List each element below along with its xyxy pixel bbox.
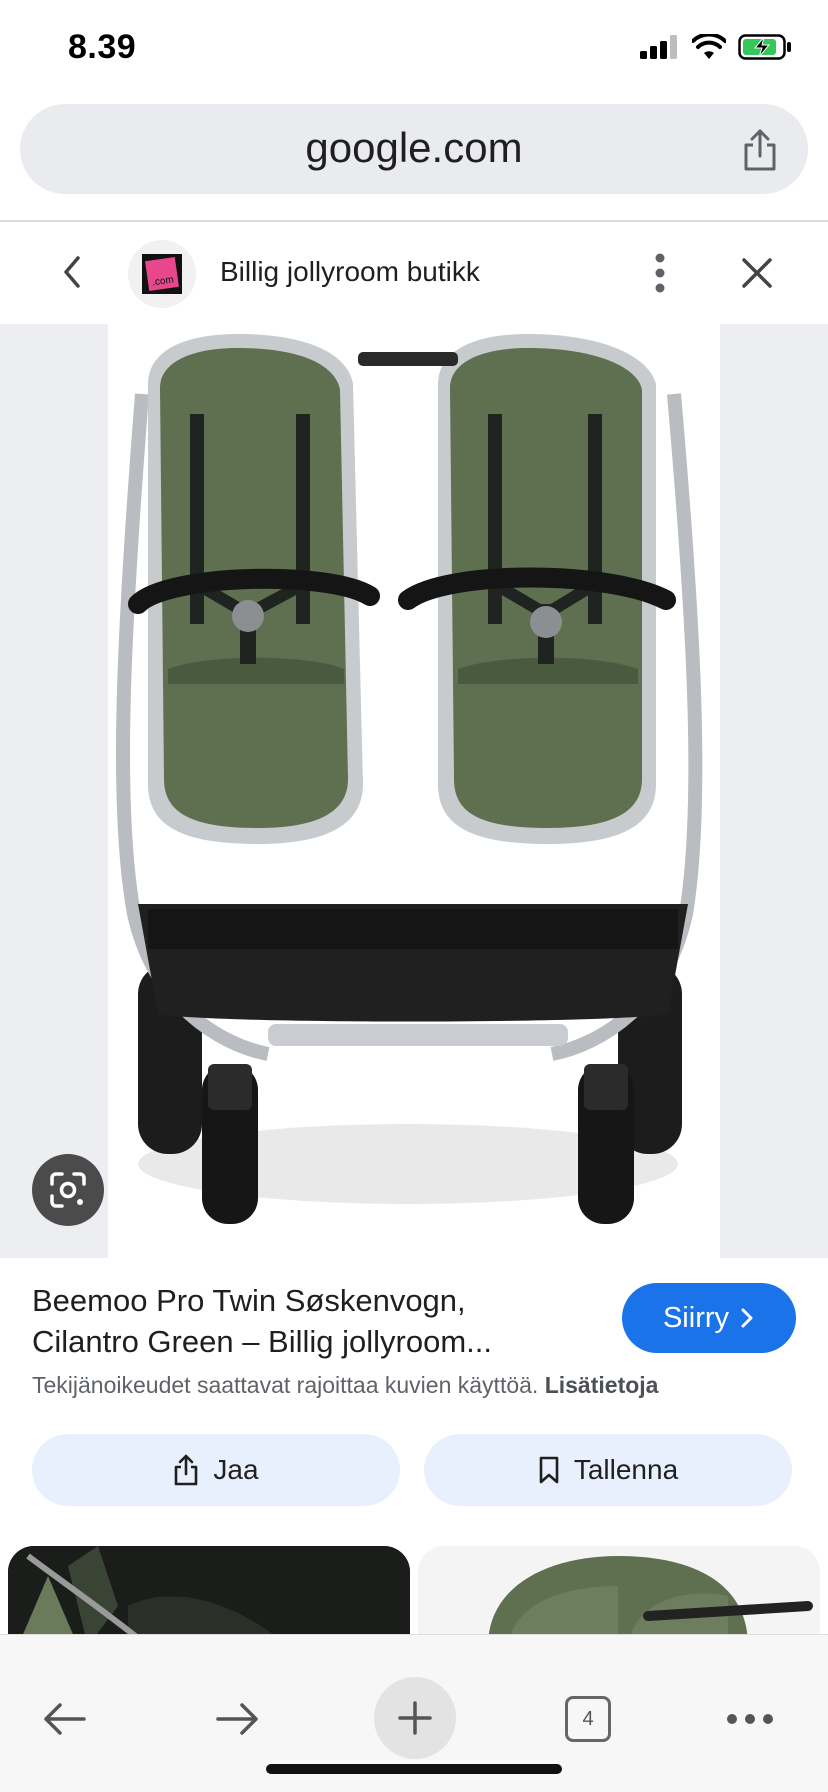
bookmark-icon xyxy=(539,1456,559,1484)
result-header: .com Billig jollyroom butikk xyxy=(0,222,828,324)
related-image-2[interactable] xyxy=(418,1546,820,1646)
close-icon[interactable] xyxy=(738,254,776,292)
wifi-icon xyxy=(692,34,726,59)
nav-back-button[interactable] xyxy=(24,1679,104,1759)
home-indicator xyxy=(266,1764,562,1774)
status-bar: 8.39 xyxy=(0,0,828,100)
related-image-1-graphic xyxy=(8,1546,410,1646)
save-button[interactable]: Tallenna xyxy=(424,1434,792,1506)
status-time: 8.39 xyxy=(68,28,137,66)
chevron-right-icon xyxy=(741,1308,753,1328)
copyright-notice: Tekijänoikeudet saattavat rajoittaa kuvi… xyxy=(32,1372,658,1399)
lens-icon xyxy=(50,1172,86,1208)
menu-button[interactable] xyxy=(710,1679,790,1759)
share-button[interactable]: Jaa xyxy=(32,1434,400,1506)
arrow-left-icon xyxy=(44,1703,86,1735)
address-bar[interactable]: google.com xyxy=(20,104,808,194)
image-viewer[interactable] xyxy=(0,324,828,1258)
visit-button[interactable]: Siirry xyxy=(622,1283,796,1353)
status-icons xyxy=(640,34,792,60)
more-info-link[interactable]: Lisätietoja xyxy=(545,1372,659,1398)
share-icon xyxy=(175,1454,198,1486)
favicon-text: .com xyxy=(145,257,179,291)
site-name[interactable]: Billig jollyroom butikk xyxy=(220,256,480,288)
share-label: Jaa xyxy=(213,1454,259,1485)
url-text[interactable]: google.com xyxy=(20,124,808,172)
result-title[interactable]: Beemoo Pro Twin Søskenvogn, Cilantro Gre… xyxy=(32,1280,552,1362)
tab-switcher-button[interactable]: 4 xyxy=(548,1679,628,1759)
more-options-icon[interactable] xyxy=(646,250,674,296)
cellular-signal-icon xyxy=(640,35,677,59)
twin-stroller-image xyxy=(115,334,703,1224)
tab-count: 4 xyxy=(565,1696,611,1742)
arrow-right-icon xyxy=(216,1703,258,1735)
save-label: Tallenna xyxy=(573,1454,679,1485)
new-tab-button[interactable] xyxy=(374,1677,456,1759)
related-image-1[interactable] xyxy=(8,1546,410,1646)
site-favicon: .com xyxy=(128,240,196,308)
related-image-2-graphic xyxy=(418,1546,820,1646)
back-chevron-icon[interactable] xyxy=(54,252,90,292)
nav-forward-button[interactable] xyxy=(198,1679,278,1759)
visit-button-label: Siirry xyxy=(662,1301,730,1334)
copyright-text: Tekijänoikeudet saattavat rajoittaa kuvi… xyxy=(32,1372,539,1398)
battery-charging-icon xyxy=(738,34,791,60)
google-lens-button[interactable] xyxy=(32,1154,104,1226)
share-icon[interactable] xyxy=(740,128,780,172)
plus-icon xyxy=(398,1701,432,1735)
product-image[interactable] xyxy=(108,324,720,1258)
more-horizontal-icon xyxy=(727,1714,773,1724)
